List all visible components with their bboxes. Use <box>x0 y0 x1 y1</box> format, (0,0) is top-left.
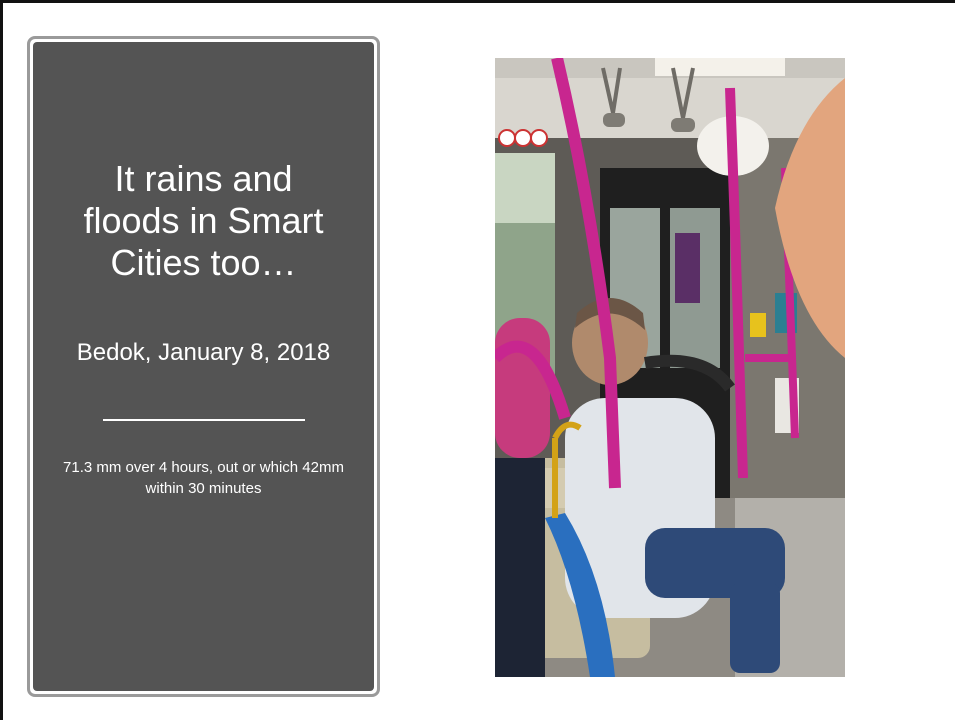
title-card: It rains and floods in Smart Cities too…… <box>27 36 380 697</box>
slide-caption: 71.3 mm over 4 hours, out or which 42mm … <box>63 459 344 497</box>
slide-border-top <box>0 0 955 3</box>
slide-subtitle: Bedok, January 8, 2018 <box>76 339 331 366</box>
slide: It rains and floods in Smart Cities too…… <box>0 0 955 720</box>
bus-interior-photo <box>495 58 845 677</box>
bus-interior-illustration <box>495 58 845 677</box>
divider <box>103 419 305 421</box>
slide-border-left <box>0 0 3 720</box>
slide-title: It rains and floods in Smart Cities too… <box>83 158 324 283</box>
title-card-panel: It rains and floods in Smart Cities too…… <box>33 42 374 691</box>
